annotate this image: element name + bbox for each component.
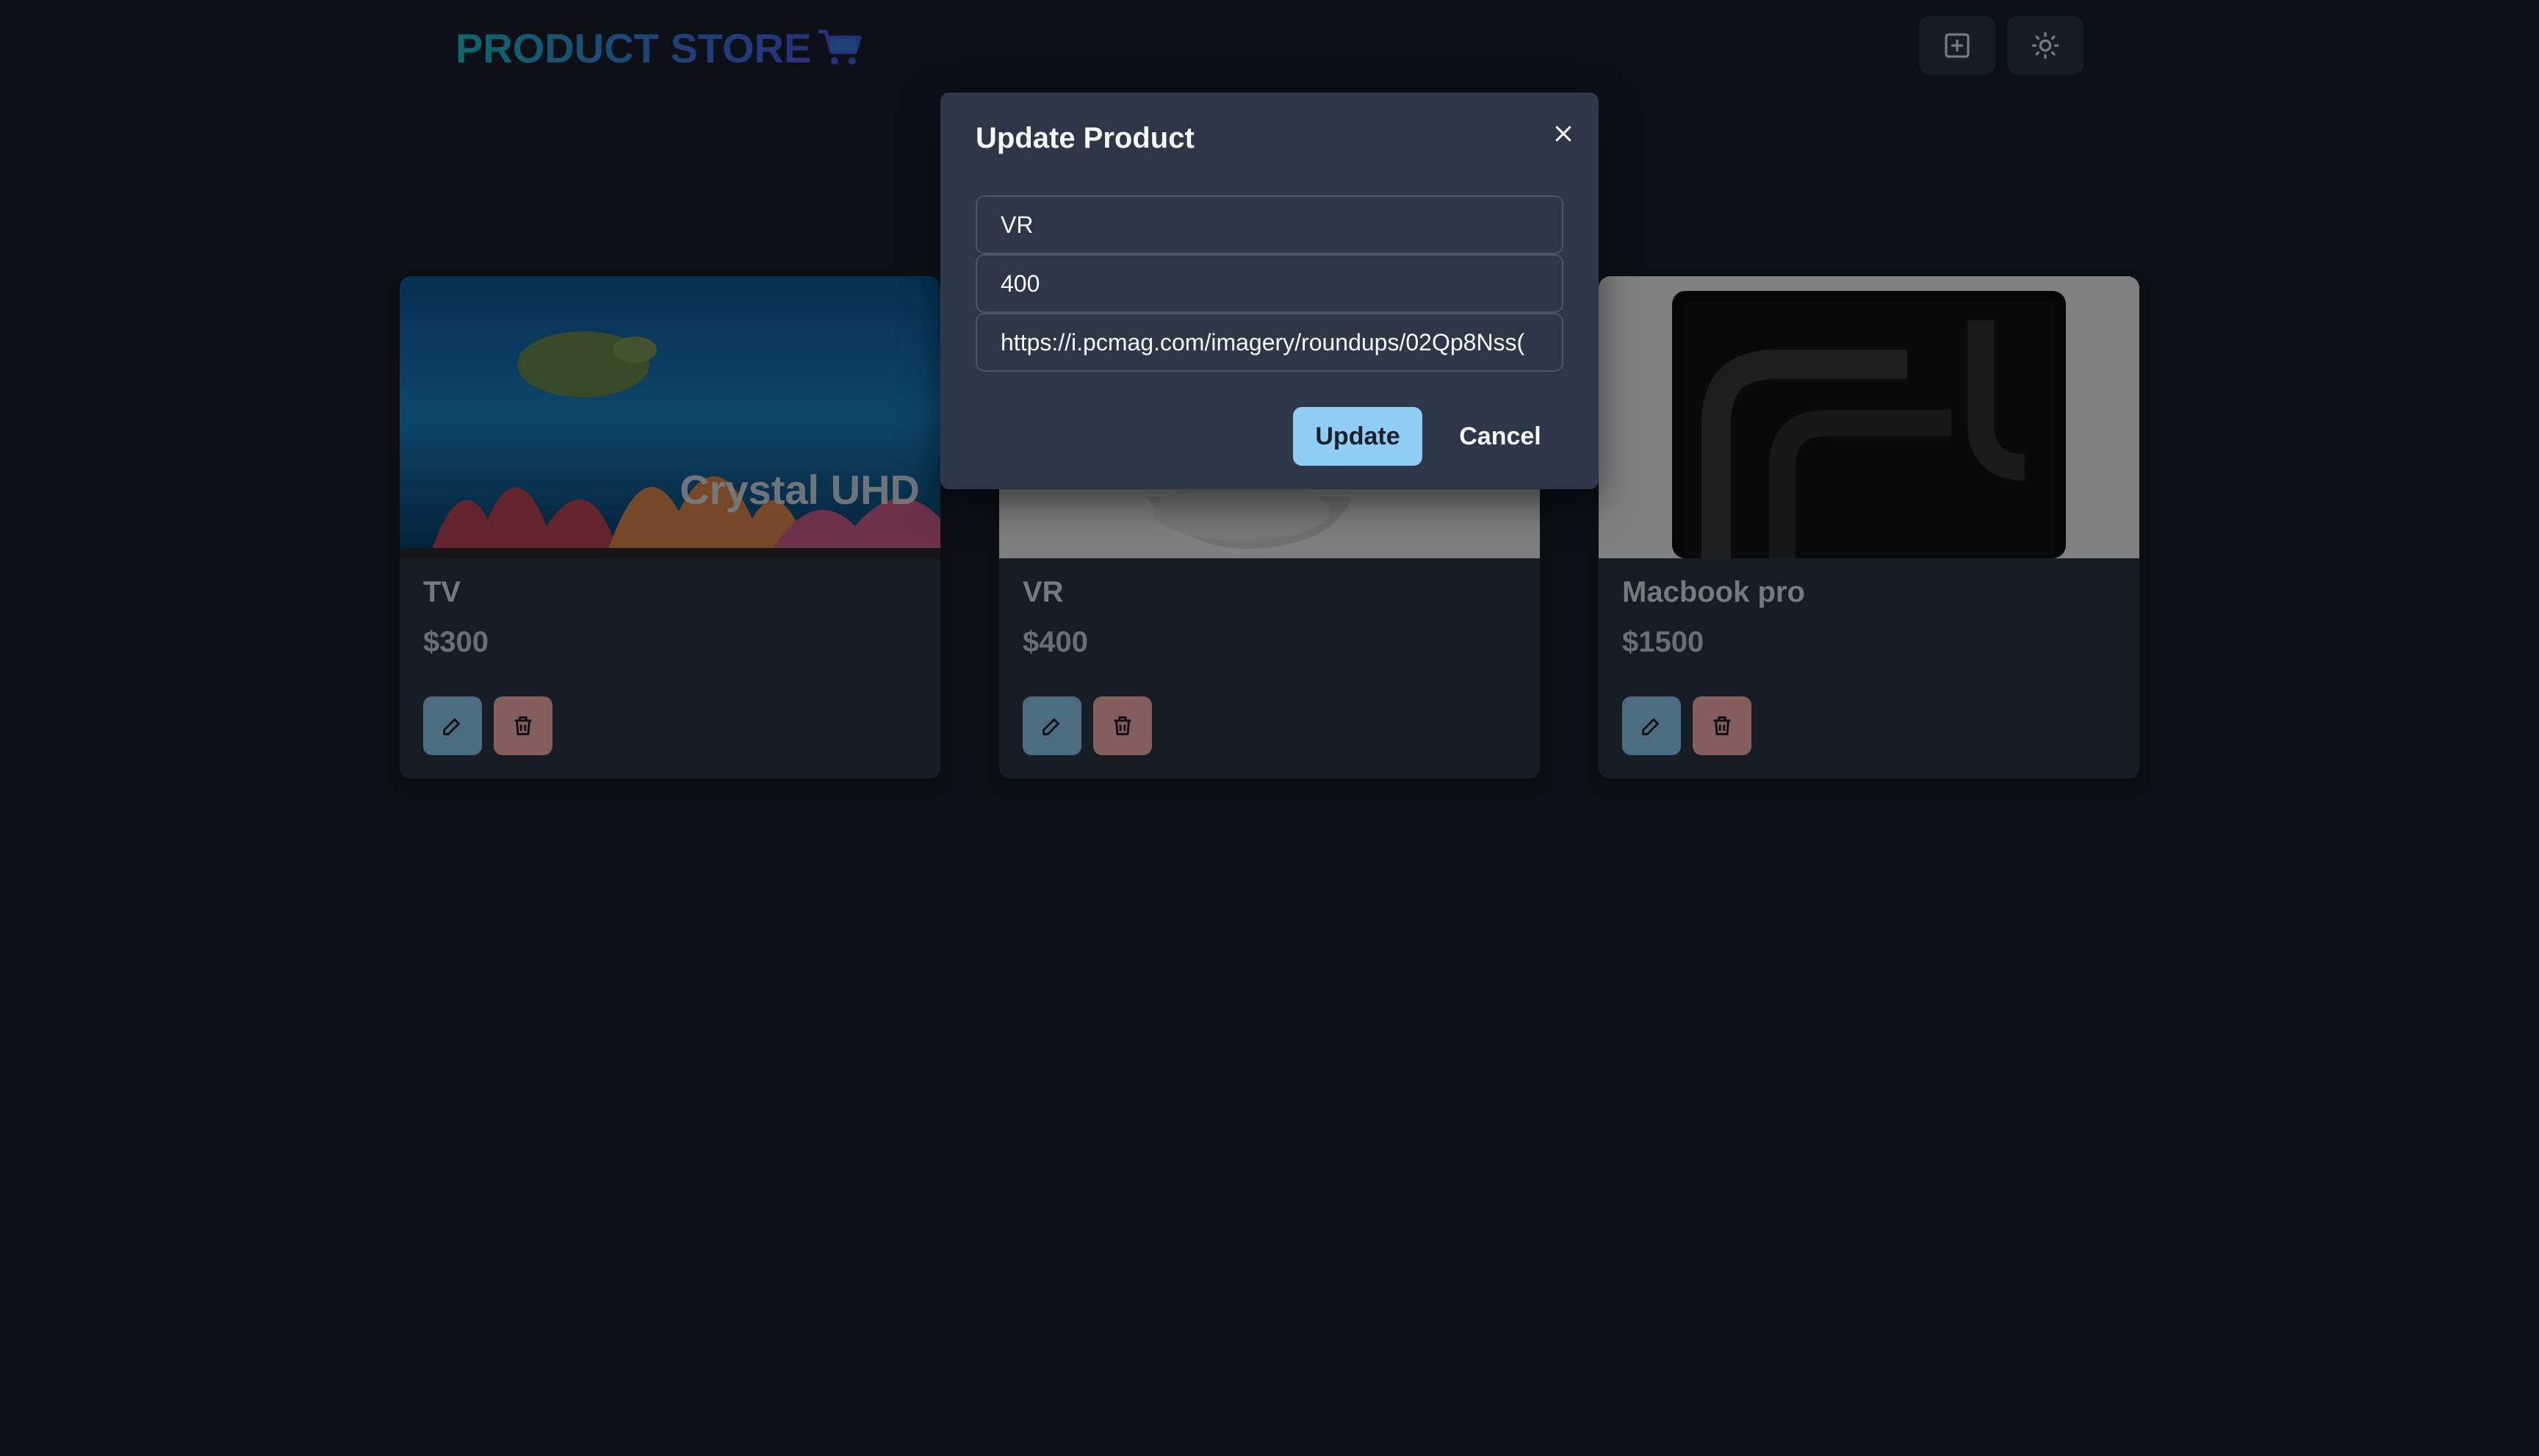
app-root: PRODUCT STORE Crystal UHD TV $300 VR $40… (0, 0, 2539, 1456)
update-product-modal: Update Product VR 400 https://i.pcmag.co… (940, 93, 1599, 489)
modal-title: Update Product (976, 122, 1195, 154)
product-name-input[interactable]: VR (976, 195, 1563, 254)
product-image-url-input[interactable]: https://i.pcmag.com/imagery/roundups/02Q… (976, 313, 1563, 372)
update-button[interactable]: Update (1293, 407, 1422, 466)
cancel-button[interactable]: Cancel (1437, 407, 1563, 466)
product-price-input[interactable]: 400 (976, 254, 1563, 313)
close-icon (1555, 126, 1571, 142)
close-button[interactable] (1541, 112, 1585, 156)
